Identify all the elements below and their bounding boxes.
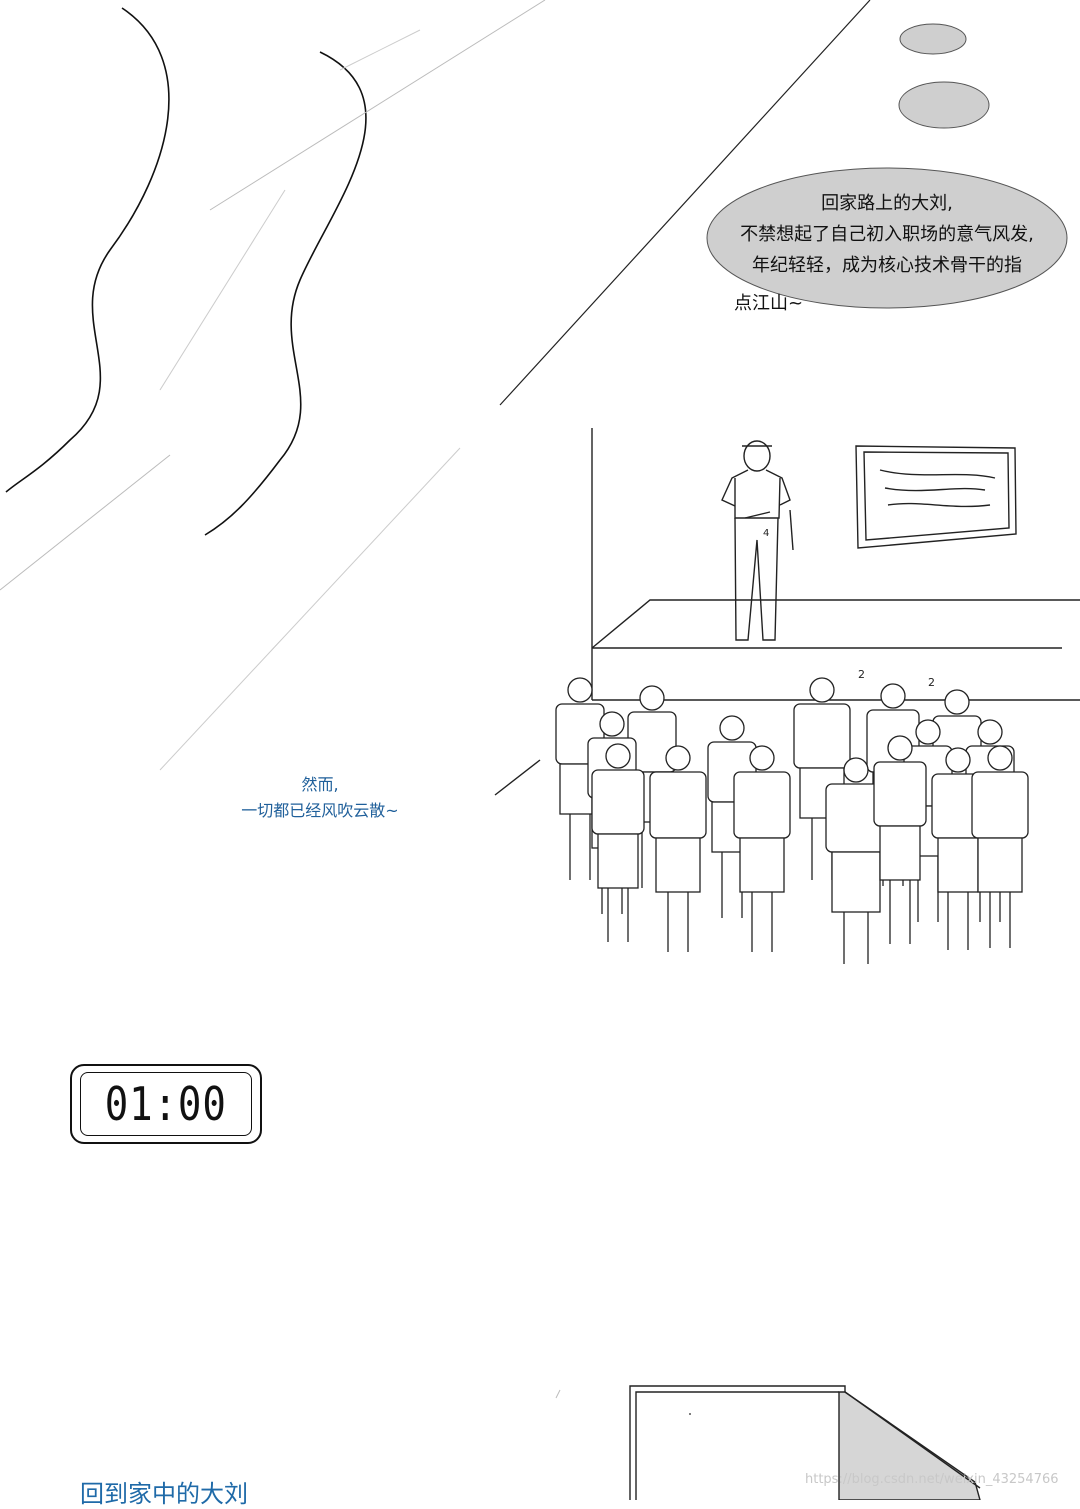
bottom-caption: 回到家中的大刘 <box>80 1480 248 1508</box>
room-doorway-illustration <box>629 1385 981 1500</box>
watermark-url: https://blog.csdn.net/weixin_43254766 <box>805 1472 1059 1487</box>
